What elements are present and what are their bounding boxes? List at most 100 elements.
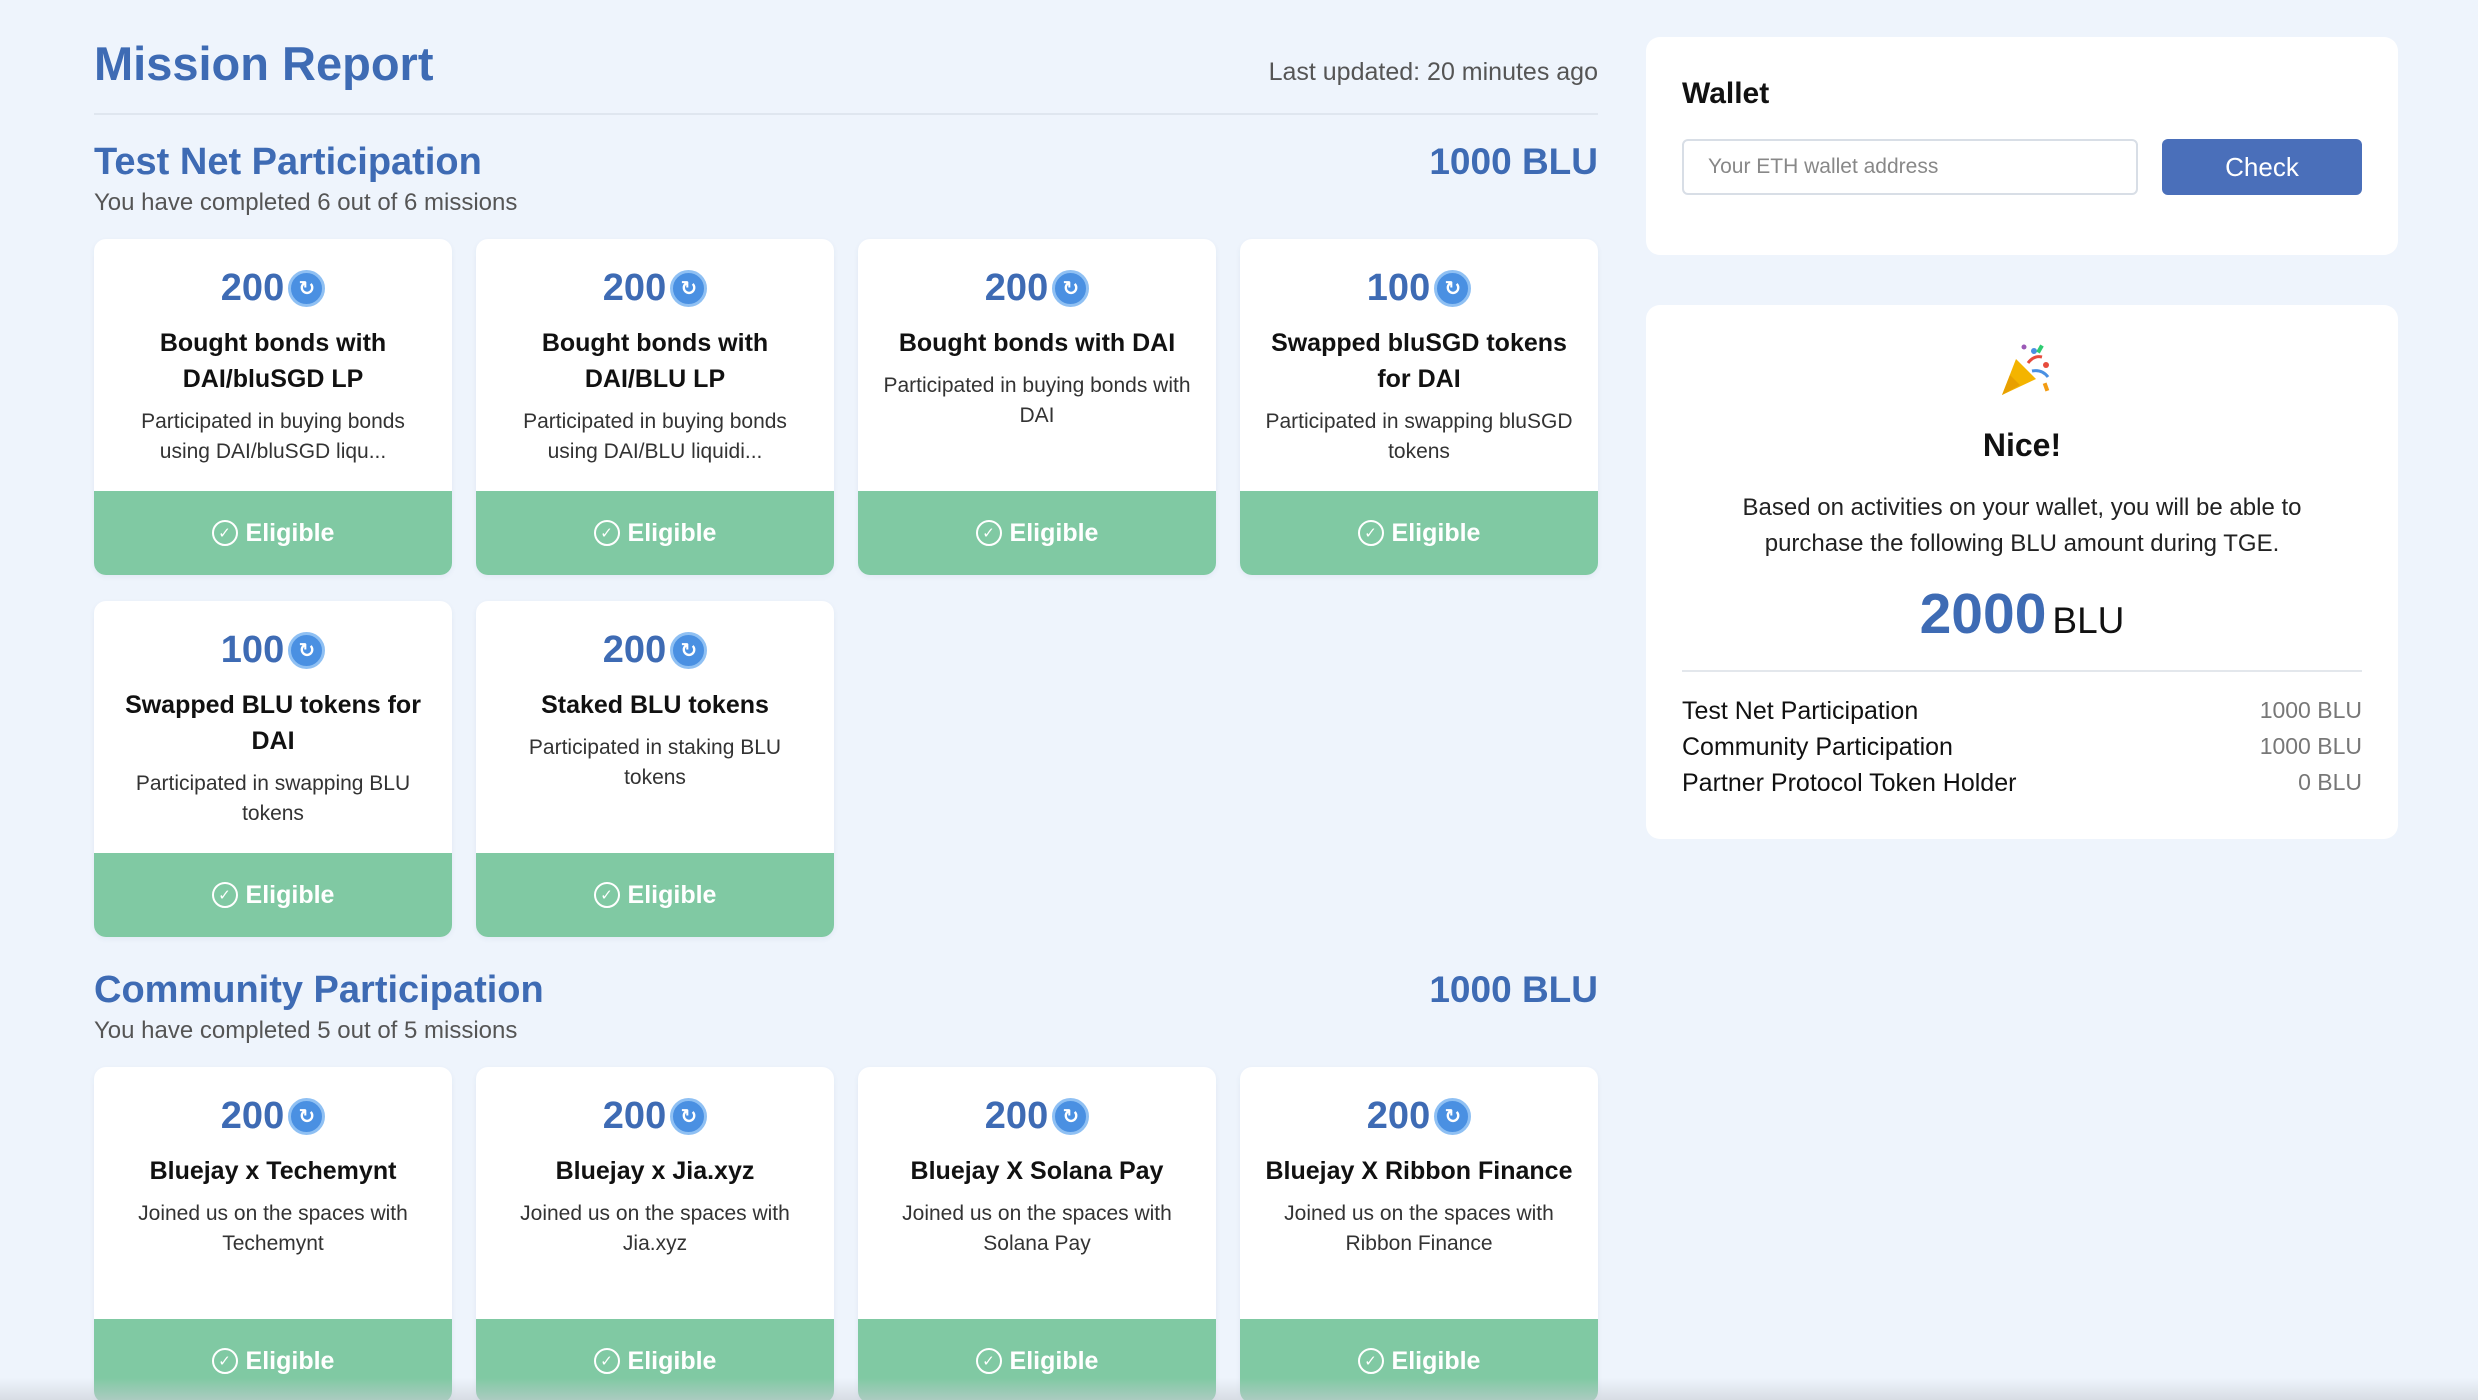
mission-card[interactable]: 200 ↻ Bought bonds with DAI/bluSGD LP Parti… (94, 239, 452, 575)
check-circle-icon: ✓ (211, 882, 238, 908)
check-circle-icon: ✓ (593, 1348, 620, 1374)
points-value: 200 (1366, 1094, 1431, 1137)
breakdown-value: 1000 BLU (2259, 733, 2362, 759)
breakdown-row: Partner Protocol Token Holder 0 BLU (1682, 769, 2362, 805)
mission-description: Joined us on the spaces with Jia.xyz (520, 1202, 790, 1255)
mission-points: 200 ↻ (602, 1093, 708, 1139)
mission-card-body: 200 ↻ Bluejay x Techemynt Joined us on the … (94, 1067, 452, 1319)
blu-coin-icon: ↻ (670, 1097, 708, 1135)
mission-card[interactable]: 200 ↻ Bluejay X Solana Pay Joined us on the… (858, 1067, 1216, 1400)
check-circle-icon: ✓ (593, 882, 620, 908)
mission-title: Bought bonds with DAI (898, 329, 1176, 357)
mission-card[interactable]: 200 ↻ Bought bonds with DAI Participated in… (858, 239, 1216, 575)
blu-coin-icon: ↻ (288, 1097, 326, 1135)
eligible-label: Eligible (1391, 518, 1481, 547)
mission-card[interactable]: 200 ↻ Bought bonds with DAI/BLU LP Particip… (476, 239, 834, 575)
breakdown-list: Test Net Participation 1000 BLU Communit… (1682, 697, 2362, 805)
mission-card[interactable]: 200 ↻ Bluejay X Ribbon Finance Joined us on… (1240, 1067, 1598, 1400)
mission-points: 200 ↻ (1366, 1093, 1472, 1139)
wallet-address-input[interactable] (1682, 139, 2138, 195)
mission-card-body: 200 ↻ Bluejay X Solana Pay Joined us on the… (858, 1067, 1216, 1319)
mission-card[interactable]: 100 ↻ Swapped BLU tokens for DAI Participat… (94, 601, 452, 937)
mission-title: Staked BLU tokens (541, 691, 769, 719)
check-button[interactable]: Check (2162, 139, 2362, 195)
wallet-title: Wallet (1682, 77, 1770, 110)
mission-points: 200 ↻ (984, 265, 1090, 311)
page-title: Mission Report (94, 37, 434, 90)
eligible-label: Eligible (627, 518, 717, 547)
wallet-panel: Wallet Check (1646, 37, 2398, 255)
blu-coin-icon: ↻ (670, 269, 708, 307)
breakdown-row: Test Net Participation 1000 BLU (1682, 697, 2362, 733)
amount-value: 2000 (1919, 582, 2047, 646)
check-circle-icon: ✓ (211, 520, 238, 546)
mission-title: Bought bonds with DAI/bluSGD LP (159, 329, 387, 393)
points-value: 200 (602, 1094, 667, 1137)
mission-title: Bluejay x Techemynt (149, 1157, 397, 1185)
mission-grid: 200 ↻ Bluejay x Techemynt Joined us on the … (94, 1067, 1598, 1400)
points-value: 100 (220, 628, 285, 671)
mission-description: Joined us on the spaces with Techemynt (138, 1202, 408, 1255)
result-panel: Nice! Based on activities on your wallet… (1646, 305, 2398, 839)
breakdown-value: 0 BLU (2298, 769, 2362, 795)
mission-grid: 200 ↻ Bought bonds with DAI/bluSGD LP Parti… (94, 239, 1598, 937)
eligible-badge: ✓ Eligible (1240, 491, 1598, 575)
bottom-fade (0, 1378, 2478, 1400)
blu-coin-icon: ↻ (1052, 1097, 1090, 1135)
mission-description: Participated in swapping BLU tokens (135, 772, 411, 825)
points-value: 200 (984, 266, 1049, 309)
page-header: Mission Report Last updated: 20 minutes … (94, 0, 1598, 115)
breakdown-label: Partner Protocol Token Holder (1682, 769, 2017, 797)
mission-title: Bluejay x Jia.xyz (555, 1157, 755, 1185)
mission-points: 200 ↻ (984, 1093, 1090, 1139)
points-value: 200 (984, 1094, 1049, 1137)
points-value: 200 (220, 266, 285, 309)
main-content: Mission Report Last updated: 20 minutes … (94, 0, 1598, 1400)
party-popper-icon (2002, 344, 2050, 395)
mission-points: 200 ↻ (220, 265, 326, 311)
eligible-label: Eligible (1009, 518, 1099, 547)
eligible-label: Eligible (1009, 1346, 1099, 1375)
mission-card-body: 200 ↻ Bluejay x Jia.xyz Joined us on the sp… (476, 1067, 834, 1319)
eligible-badge: ✓ Eligible (476, 491, 834, 575)
blu-coin-icon: ↻ (1434, 269, 1472, 307)
mission-description: Participated in swapping bluSGD tokens (1265, 410, 1573, 463)
mission-card[interactable]: 100 ↻ Swapped bluSGD tokens for DAI Partici… (1240, 239, 1598, 575)
eligible-label: Eligible (245, 880, 335, 909)
mission-card[interactable]: 200 ↻ Staked BLU tokens Participated in sta… (476, 601, 834, 937)
eligible-badge: ✓ Eligible (94, 853, 452, 937)
mission-description: Participated in buying bonds using DAI/B… (523, 410, 787, 463)
amount-unit: BLU (2052, 600, 2125, 641)
mission-title: Bluejay X Ribbon Finance (1265, 1157, 1573, 1185)
section-header: Test Net Participation 1000 BLU You have… (94, 115, 1598, 239)
check-circle-icon: ✓ (211, 1348, 238, 1374)
breakdown-label: Community Participation (1682, 733, 1953, 761)
mission-card-body: 200 ↻ Bought bonds with DAI/BLU LP Particip… (476, 239, 834, 491)
breakdown-label: Test Net Participation (1682, 697, 1919, 725)
check-circle-icon: ✓ (975, 1348, 1002, 1374)
section-title: Test Net Participation (94, 141, 482, 183)
mission-card[interactable]: 200 ↻ Bluejay x Techemynt Joined us on the … (94, 1067, 452, 1400)
section-header: Community Participation 1000 BLU You hav… (94, 943, 1598, 1067)
mission-card[interactable]: 200 ↻ Bluejay x Jia.xyz Joined us on the sp… (476, 1067, 834, 1400)
mission-card-body: 100 ↻ Swapped BLU tokens for DAI Participat… (94, 601, 452, 853)
eligible-label: Eligible (627, 1346, 717, 1375)
mission-description: Participated in buying bonds with DAI (883, 374, 1191, 427)
check-circle-icon: ✓ (593, 520, 620, 546)
check-circle-icon: ✓ (1357, 520, 1384, 546)
mission-points: 200 ↻ (603, 627, 708, 673)
section-community: Community Participation 1000 BLU You hav… (94, 943, 1598, 1400)
mission-description: Participated in staking BLU tokens (528, 736, 782, 789)
eligible-label: Eligible (1391, 1346, 1481, 1375)
mission-card-body: 200 ↻ Bought bonds with DAI Participated in… (858, 239, 1216, 491)
points-value: 100 (1366, 266, 1431, 309)
blu-coin-icon: ↻ (670, 631, 708, 669)
eligible-label: Eligible (245, 518, 335, 547)
mission-card-body: 200 ↻ Staked BLU tokens Participated in sta… (476, 601, 834, 853)
eligible-badge: ✓ Eligible (858, 491, 1216, 575)
section-subtitle: You have completed 6 out of 6 missions (94, 189, 518, 216)
eligible-badge: ✓ Eligible (94, 491, 452, 575)
check-circle-icon: ✓ (1357, 1348, 1384, 1374)
result-amount: 2000 BLU (1646, 581, 2398, 647)
last-updated-text: Last updated: 20 minutes ago (1268, 58, 1598, 86)
